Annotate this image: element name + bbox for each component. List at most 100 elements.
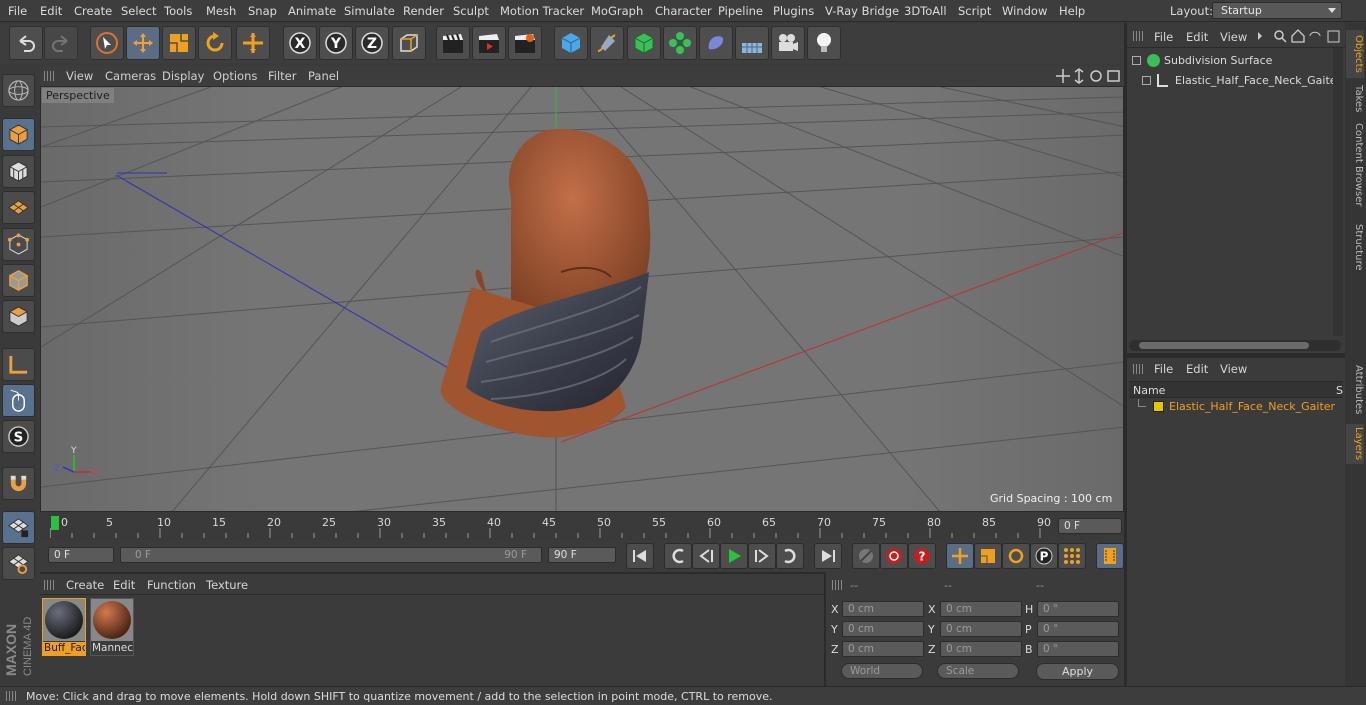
object-row-neck-gaiter[interactable]: Elastic_Half_Face_Neck_Gaiter — [1140, 73, 1341, 89]
object-menu-view[interactable]: View — [1220, 30, 1247, 44]
previous-key-button[interactable] — [664, 543, 692, 569]
coordinate-system-button[interactable] — [392, 26, 426, 60]
polygons-mode-button[interactable] — [2, 300, 35, 333]
position-z-field[interactable]: 0 cm — [842, 641, 924, 657]
expand-icon[interactable] — [1142, 76, 1151, 85]
menu-pipeline[interactable]: Pipeline — [718, 4, 763, 18]
apply-button[interactable]: Apply — [1036, 663, 1119, 680]
menu-create[interactable]: Create — [74, 4, 112, 18]
texture-mode-button[interactable] — [2, 155, 35, 188]
snapping-button[interactable]: S — [2, 420, 35, 453]
viewport-navigation-icons[interactable] — [1056, 68, 1122, 84]
menu-script[interactable]: Script — [958, 4, 991, 18]
menu-mograph[interactable]: MoGraph — [591, 4, 643, 18]
render-settings-button[interactable] — [508, 26, 542, 60]
recent-tool-button[interactable] — [236, 26, 270, 60]
keyframe-selection-button[interactable]: ? — [908, 543, 936, 569]
make-editable-button[interactable] — [2, 74, 35, 107]
next-key-button[interactable] — [776, 543, 804, 569]
rotation-b-field[interactable]: 0 ° — [1037, 641, 1119, 657]
workplane-button[interactable] — [2, 547, 35, 580]
axis-mode-button[interactable] — [2, 348, 35, 381]
menu-render[interactable]: Render — [403, 4, 444, 18]
menu-select[interactable]: Select — [121, 4, 156, 18]
z-axis-lock-button[interactable]: Z — [355, 26, 389, 60]
x-axis-lock-button[interactable]: X — [283, 26, 317, 60]
viewport-menu-view[interactable]: View — [66, 69, 93, 83]
timeline-ruler[interactable] — [40, 512, 1124, 540]
key-position-button[interactable] — [946, 543, 974, 569]
tweak-mode-button[interactable] — [2, 384, 35, 417]
frame-range-slider[interactable]: 0 F 90 F — [120, 547, 542, 563]
menu-character[interactable]: Character — [655, 4, 712, 18]
move-tool-button[interactable] — [126, 26, 160, 60]
position-x-field[interactable]: 0 cm — [842, 601, 924, 617]
size-x-field[interactable]: 0 cm — [940, 601, 1022, 617]
material-menu-create[interactable]: Create — [66, 578, 104, 592]
menu-simulate[interactable]: Simulate — [344, 4, 395, 18]
viewport-menu-cameras[interactable]: Cameras — [105, 69, 156, 83]
menu-sculpt[interactable]: Sculpt — [453, 4, 489, 18]
add-deformer-button[interactable] — [699, 26, 733, 60]
key-parameter-button[interactable]: P — [1030, 543, 1058, 569]
timeline-window-button[interactable] — [1096, 543, 1124, 569]
render-picture-viewer-button[interactable] — [472, 26, 506, 60]
layer-color-chip[interactable] — [1153, 401, 1164, 412]
add-subdivision-button[interactable] — [627, 26, 661, 60]
next-frame-button[interactable] — [748, 543, 776, 569]
live-selection-button[interactable] — [90, 26, 124, 60]
rotation-p-field[interactable]: 0 ° — [1037, 621, 1119, 637]
perspective-viewport[interactable]: Y X Z — [40, 86, 1124, 512]
column-solo[interactable]: S — [1336, 384, 1343, 397]
menu-edit[interactable]: Edit — [40, 4, 62, 18]
material-menu-function[interactable]: Function — [147, 578, 196, 592]
previous-frame-button[interactable] — [692, 543, 720, 569]
add-mograph-button[interactable] — [663, 26, 697, 60]
redo-button[interactable] — [44, 26, 78, 60]
layer-menu-view[interactable]: View — [1220, 362, 1247, 376]
object-menu-file[interactable]: File — [1154, 30, 1173, 44]
object-manager-tools[interactable] — [1256, 29, 1342, 43]
tab-structure[interactable]: Structure — [1346, 220, 1364, 274]
tab-attributes[interactable]: Attributes — [1346, 362, 1364, 418]
workplane-mode-button[interactable] — [2, 191, 35, 224]
add-floor-button[interactable] — [735, 26, 769, 60]
menu-mesh[interactable]: Mesh — [206, 4, 236, 18]
current-frame-field[interactable]: 0 F — [1058, 518, 1122, 534]
go-to-end-button[interactable] — [814, 543, 842, 569]
size-y-field[interactable]: 0 cm — [940, 621, 1022, 637]
menu-file[interactable]: File — [8, 4, 27, 18]
menu-help[interactable]: Help — [1059, 4, 1085, 18]
record-keys-button[interactable] — [852, 543, 880, 569]
add-spline-button[interactable] — [590, 26, 624, 60]
playhead[interactable] — [51, 516, 59, 530]
key-scale-button[interactable] — [974, 543, 1002, 569]
menu-snap[interactable]: Snap — [248, 4, 277, 18]
edges-mode-button[interactable] — [2, 264, 35, 297]
key-rotation-button[interactable] — [1002, 543, 1030, 569]
render-view-button[interactable] — [436, 26, 470, 60]
end-frame-field[interactable]: 90 F — [548, 547, 616, 563]
points-mode-button[interactable] — [2, 228, 35, 261]
start-frame-field[interactable]: 0 F — [48, 547, 114, 563]
material-menu-texture[interactable]: Texture — [206, 578, 248, 592]
go-to-start-button[interactable] — [626, 543, 654, 569]
rotation-h-field[interactable]: 0 ° — [1037, 601, 1119, 617]
menu-vray-bridge[interactable]: V-Ray Bridge — [825, 4, 899, 18]
autokey-button[interactable] — [880, 543, 908, 569]
column-name[interactable]: Name — [1133, 384, 1165, 397]
viewport-menu-panel[interactable]: Panel — [308, 69, 339, 83]
material-menu-edit[interactable]: Edit — [113, 578, 135, 592]
menu-3dtoall[interactable]: 3DToAll — [904, 4, 947, 18]
model-mode-button[interactable] — [2, 118, 35, 151]
tab-takes[interactable]: Takes — [1346, 84, 1364, 114]
key-point-level-button[interactable] — [1058, 543, 1086, 569]
material-swatch-mannequin[interactable]: Mannec — [90, 598, 134, 656]
magnet-button[interactable] — [2, 467, 35, 500]
menu-plugins[interactable]: Plugins — [773, 4, 814, 18]
y-axis-lock-button[interactable]: Y — [319, 26, 353, 60]
object-horizontal-scrollbar[interactable] — [1129, 340, 1341, 351]
layer-row[interactable]: Elastic_Half_Face_Neck_Gaiter — [1130, 399, 1340, 415]
add-camera-button[interactable] — [771, 26, 805, 60]
layer-menu-edit[interactable]: Edit — [1186, 362, 1208, 376]
